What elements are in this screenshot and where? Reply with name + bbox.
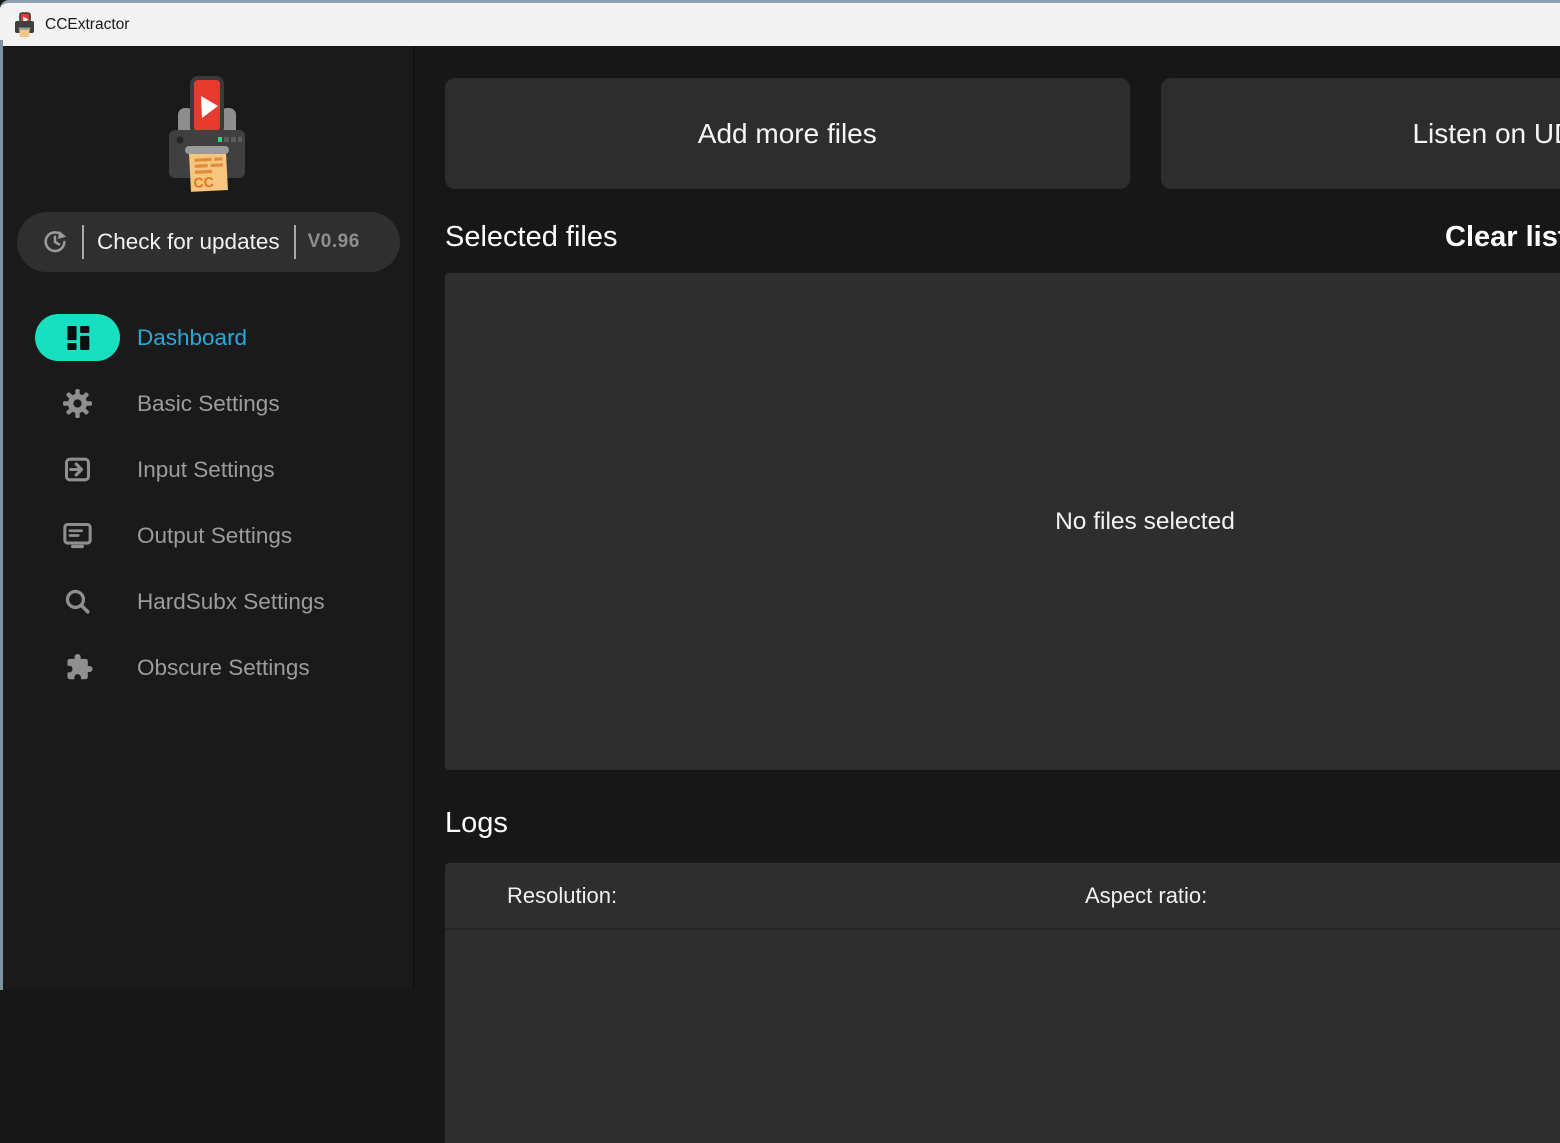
sidebar-item-label: Basic Settings: [137, 391, 280, 417]
logs-col-aspect-ratio: Aspect ratio:: [1085, 863, 1207, 928]
add-more-files-button[interactable]: Add more files: [445, 78, 1130, 189]
titlebar: CCExtractor: [0, 0, 1560, 46]
sidebar-item-output-settings[interactable]: Output Settings: [0, 512, 413, 559]
update-clock-icon: [41, 228, 69, 256]
ccextractor-logo: CC: [163, 74, 251, 192]
sidebar-item-obscure-settings[interactable]: Obscure Settings: [0, 644, 413, 691]
logs-col-resolution: Resolution:: [507, 863, 617, 928]
sidebar-item-hardsubx-settings[interactable]: HardSubx Settings: [0, 578, 413, 625]
active-pill: [35, 314, 120, 361]
input-icon: [61, 453, 94, 486]
output-icon: [61, 519, 94, 552]
logs-heading: Logs: [445, 801, 1560, 845]
window-title: CCExtractor: [45, 16, 129, 34]
selected-files-panel[interactable]: No files selected: [445, 273, 1560, 770]
logo-cc-text: CC: [193, 174, 214, 191]
check-for-updates-button[interactable]: Check for updates V0.96: [17, 212, 400, 272]
logs-column-header: Resolution: Aspect ratio:: [445, 863, 1560, 930]
sidebar-item-label: Output Settings: [137, 523, 292, 549]
sidebar-item-basic-settings[interactable]: Basic Settings: [0, 380, 413, 427]
main-content: Add more files Listen on UDP Selected fi…: [415, 46, 1560, 990]
sidebar-item-label: Obscure Settings: [137, 655, 310, 681]
sidebar-item-label: Input Settings: [137, 457, 275, 483]
divider: [82, 225, 84, 259]
sidebar-item-label: Dashboard: [137, 325, 247, 351]
top-actions-row: Add more files Listen on UDP: [445, 78, 1560, 189]
gear-icon: [61, 387, 94, 420]
sidebar: CC Check for updates V0.96 Dashboard: [0, 46, 414, 990]
logs-panel: Resolution: Aspect ratio:: [445, 863, 1560, 1143]
sidebar-item-label: HardSubx Settings: [137, 589, 325, 615]
divider: [294, 225, 296, 259]
no-files-message: No files selected: [1055, 508, 1235, 536]
sidebar-item-input-settings[interactable]: Input Settings: [0, 446, 413, 493]
selected-files-heading: Selected files: [445, 221, 618, 253]
sidebar-nav: Dashboard: [0, 314, 413, 691]
search-icon: [61, 585, 94, 618]
window-left-edge: [0, 40, 3, 990]
check-for-updates-label: Check for updates: [97, 229, 280, 255]
clear-list-button[interactable]: Clear list: [1445, 215, 1560, 259]
dashboard-icon: [61, 321, 95, 355]
version-badge: V0.96: [308, 231, 360, 253]
listen-on-udp-button[interactable]: Listen on UDP: [1161, 78, 1560, 189]
puzzle-icon: [61, 651, 94, 684]
selected-files-header: Selected files Clear list: [445, 215, 1560, 259]
app-icon: [14, 12, 35, 38]
sidebar-item-dashboard[interactable]: Dashboard: [0, 314, 413, 361]
